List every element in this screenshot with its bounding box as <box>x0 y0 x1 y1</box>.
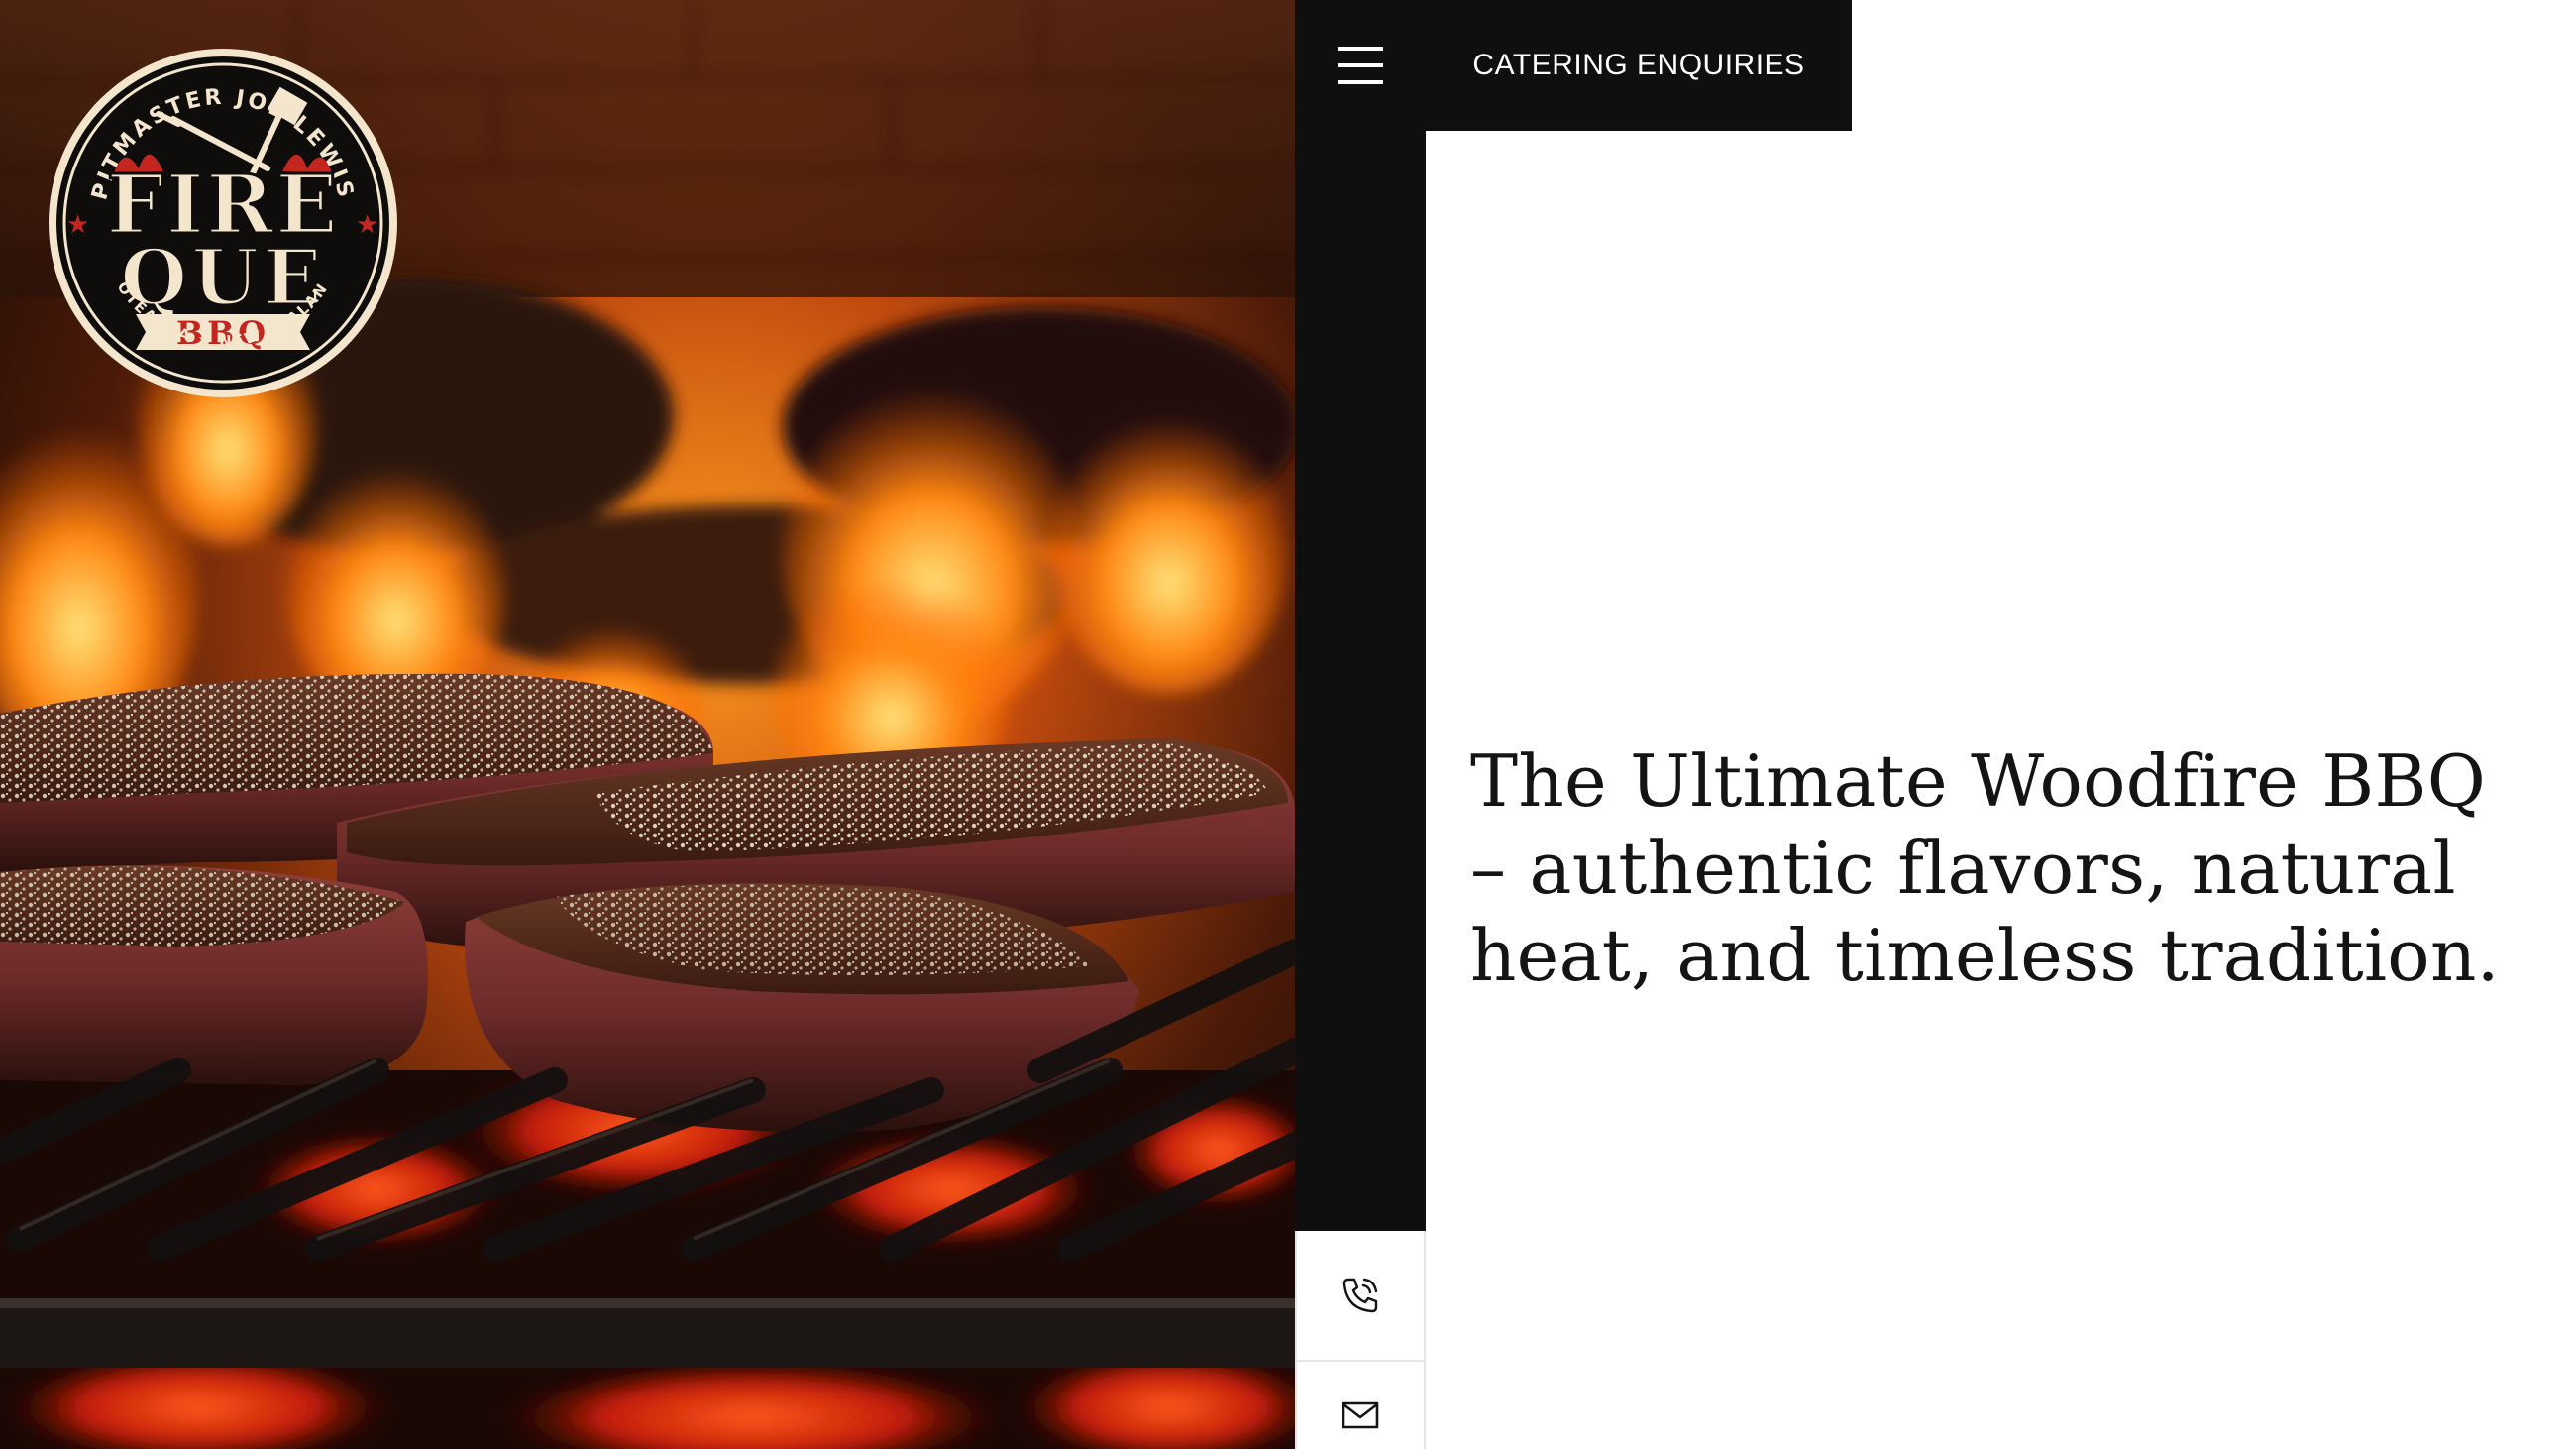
phone-button[interactable] <box>1297 1231 1424 1362</box>
hamburger-menu-icon <box>1338 47 1383 84</box>
menu-button[interactable] <box>1295 0 1426 131</box>
svg-text:★: ★ <box>66 210 89 240</box>
mail-icon <box>1342 1401 1379 1429</box>
hero-image: ★ ★ PITMASTER JOE LEWIS FIRE QUE <box>0 0 1295 1449</box>
catering-enquiries-label: CATERING ENQUIRIES <box>1472 49 1805 81</box>
phone-icon <box>1342 1278 1378 1313</box>
contact-buttons <box>1295 1231 1426 1449</box>
hero-headline: The Ultimate Woodfire BBQ – authentic fl… <box>1470 739 2500 997</box>
catering-enquiries-button[interactable]: CATERING ENQUIRIES <box>1426 0 1852 131</box>
side-rail <box>1295 0 1426 1231</box>
brand-logo[interactable]: ★ ★ PITMASTER JOE LEWIS FIRE QUE <box>45 45 401 401</box>
svg-text:★: ★ <box>356 210 378 240</box>
email-button[interactable] <box>1297 1362 1424 1449</box>
fire-que-logo-icon: ★ ★ PITMASTER JOE LEWIS FIRE QUE <box>45 45 397 397</box>
